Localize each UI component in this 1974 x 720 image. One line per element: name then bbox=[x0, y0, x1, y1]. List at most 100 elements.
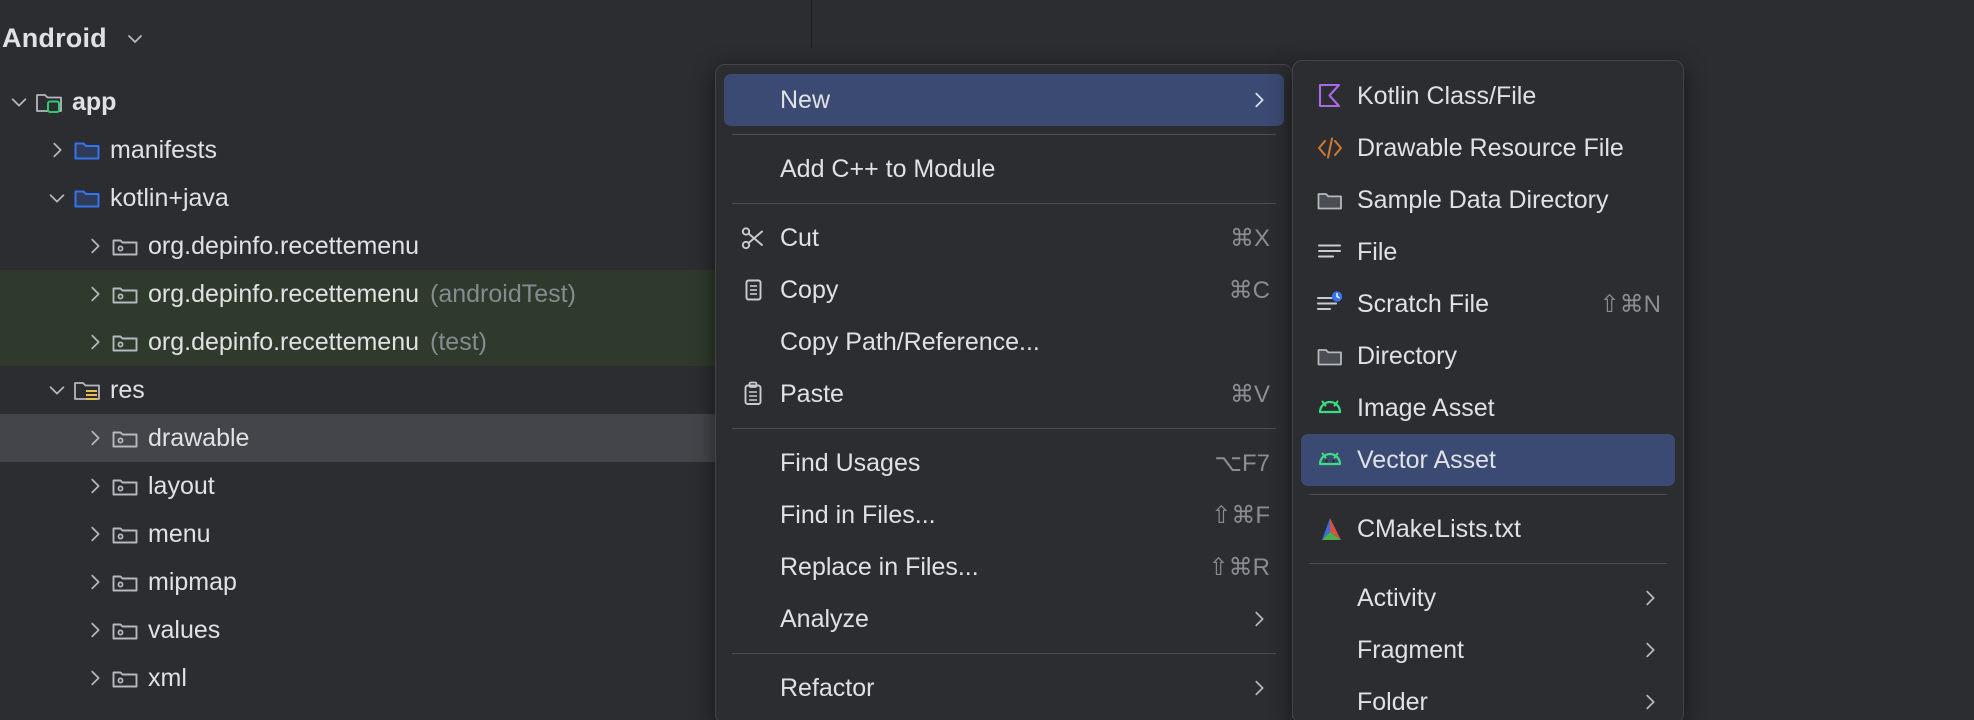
cmake-icon bbox=[1315, 514, 1357, 544]
tree-row[interactable]: xml bbox=[0, 654, 812, 702]
project-view-title: Android bbox=[2, 22, 107, 53]
tree-row[interactable]: org.depinfo.recettemenu bbox=[0, 222, 812, 270]
tree-item-label: manifests bbox=[110, 135, 217, 164]
menu-item[interactable]: Add C++ to Module bbox=[724, 143, 1284, 195]
tree-item-suffix: (test) bbox=[430, 327, 487, 356]
tree-item-label: res bbox=[110, 375, 145, 404]
menu-item-shortcut: ⌥F7 bbox=[1214, 449, 1270, 477]
tree-row[interactable]: mipmap bbox=[0, 558, 812, 606]
tree-item-label: xml bbox=[148, 663, 187, 692]
menu-item-label: Copy bbox=[780, 275, 839, 304]
tree-row[interactable]: manifests bbox=[0, 126, 812, 174]
chevron-right-icon[interactable] bbox=[82, 283, 108, 305]
new-submenu[interactable]: Kotlin Class/File Drawable Resource File S… bbox=[1292, 60, 1684, 720]
menu-item-label: Fragment bbox=[1357, 635, 1464, 664]
chevron-right-icon[interactable] bbox=[82, 331, 108, 353]
menu-separator bbox=[1309, 494, 1667, 495]
menu-item[interactable]: Scratch File ⇧⌘N bbox=[1301, 278, 1675, 330]
menu-item[interactable]: New bbox=[724, 74, 1284, 126]
chevron-right-icon[interactable] bbox=[82, 667, 108, 689]
menu-item[interactable]: Find in Files... ⇧⌘F bbox=[724, 489, 1284, 541]
tree-row[interactable]: menu bbox=[0, 510, 812, 558]
tree-row[interactable]: kotlin+java bbox=[0, 174, 812, 222]
menu-separator bbox=[732, 134, 1276, 135]
chevron-down-icon[interactable] bbox=[6, 91, 32, 113]
menu-item[interactable]: Folder bbox=[1301, 676, 1675, 720]
menu-item-shortcut: ⇧⌘F bbox=[1211, 501, 1270, 529]
submenu-chevron-right-icon bbox=[1615, 639, 1661, 661]
paste-icon bbox=[738, 379, 780, 409]
tree-row[interactable]: layout bbox=[0, 462, 812, 510]
tree-row[interactable]: values bbox=[0, 606, 812, 654]
tree-item-label: layout bbox=[148, 471, 215, 500]
chevron-down-icon[interactable] bbox=[123, 26, 147, 50]
menu-item[interactable]: Fragment bbox=[1301, 624, 1675, 676]
menu-separator bbox=[732, 203, 1276, 204]
context-menu[interactable]: New Add C++ to Module Cut ⌘X Copy ⌘C Copy Path… bbox=[715, 64, 1293, 720]
project-tool-window: Android app manifests kotlin+java org.depin… bbox=[0, 0, 812, 720]
tree-row[interactable]: drawable bbox=[0, 414, 812, 462]
package-icon bbox=[108, 231, 142, 261]
android-icon bbox=[1315, 445, 1357, 475]
tree-item-label: org.depinfo.recettemenu bbox=[148, 231, 420, 260]
tree-item-label: kotlin+java bbox=[110, 183, 229, 212]
menu-item[interactable]: Vector Asset bbox=[1301, 434, 1675, 486]
project-view-selector[interactable]: Android bbox=[0, 16, 147, 60]
tree-row[interactable]: org.depinfo.recettemenu (androidTest) bbox=[0, 270, 812, 318]
menu-item[interactable]: CMakeLists.txt bbox=[1301, 503, 1675, 555]
res-folder-icon bbox=[70, 375, 104, 405]
submenu-chevron-right-icon bbox=[1224, 608, 1270, 630]
menu-item[interactable]: Analyze bbox=[724, 593, 1284, 645]
menu-separator bbox=[1309, 563, 1667, 564]
package-icon bbox=[108, 423, 142, 453]
tree-row[interactable]: app bbox=[0, 78, 812, 126]
menu-item-label: Analyze bbox=[780, 604, 869, 633]
package-icon bbox=[108, 471, 142, 501]
blue-folder-icon bbox=[70, 135, 104, 165]
menu-item-label: Find Usages bbox=[780, 448, 921, 477]
menu-item[interactable]: File bbox=[1301, 226, 1675, 278]
menu-item[interactable]: Activity bbox=[1301, 572, 1675, 624]
package-icon bbox=[108, 519, 142, 549]
tree-item-label: mipmap bbox=[148, 567, 237, 596]
menu-item[interactable]: Paste ⌘V bbox=[724, 368, 1284, 420]
chevron-down-icon[interactable] bbox=[44, 379, 70, 401]
tree-row[interactable]: org.depinfo.recettemenu (test) bbox=[0, 318, 812, 366]
package-icon bbox=[108, 615, 142, 645]
menu-item[interactable]: Kotlin Class/File bbox=[1301, 70, 1675, 122]
menu-separator bbox=[732, 428, 1276, 429]
menu-item-label: Image Asset bbox=[1357, 393, 1495, 422]
project-tree[interactable]: app manifests kotlin+java org.depinfo.recet… bbox=[0, 78, 812, 702]
chevron-right-icon[interactable] bbox=[82, 235, 108, 257]
menu-item[interactable]: Drawable Resource File bbox=[1301, 122, 1675, 174]
menu-item-shortcut: ⇧⌘N bbox=[1599, 290, 1661, 318]
chevron-right-icon[interactable] bbox=[82, 523, 108, 545]
menu-item[interactable]: Find Usages ⌥F7 bbox=[724, 437, 1284, 489]
folder-icon bbox=[1315, 341, 1357, 371]
submenu-chevron-right-icon bbox=[1224, 89, 1270, 111]
menu-item[interactable]: Copy ⌘C bbox=[724, 264, 1284, 316]
menu-item-shortcut: ⇧⌘R bbox=[1208, 553, 1270, 581]
menu-item-label: Find in Files... bbox=[780, 500, 936, 529]
menu-item[interactable]: Directory bbox=[1301, 330, 1675, 382]
submenu-chevron-right-icon bbox=[1224, 677, 1270, 699]
menu-item[interactable]: Image Asset bbox=[1301, 382, 1675, 434]
menu-item[interactable]: Replace in Files... ⇧⌘R bbox=[724, 541, 1284, 593]
chevron-right-icon[interactable] bbox=[44, 139, 70, 161]
chevron-right-icon[interactable] bbox=[82, 619, 108, 641]
menu-item-label: File bbox=[1357, 237, 1398, 266]
tree-row[interactable]: res bbox=[0, 366, 812, 414]
menu-item[interactable]: Sample Data Directory bbox=[1301, 174, 1675, 226]
menu-item-label: New bbox=[780, 85, 831, 114]
menu-item-shortcut: ⌘X bbox=[1229, 224, 1270, 252]
chevron-right-icon[interactable] bbox=[82, 427, 108, 449]
menu-item[interactable]: Cut ⌘X bbox=[724, 212, 1284, 264]
file-lines-icon bbox=[1315, 237, 1357, 267]
menu-item[interactable]: Refactor bbox=[724, 662, 1284, 714]
menu-item[interactable]: Copy Path/Reference... bbox=[724, 316, 1284, 368]
menu-item-label: Folder bbox=[1357, 687, 1428, 716]
tree-item-label: drawable bbox=[148, 423, 250, 452]
chevron-right-icon[interactable] bbox=[82, 571, 108, 593]
chevron-down-icon[interactable] bbox=[44, 187, 70, 209]
chevron-right-icon[interactable] bbox=[82, 475, 108, 497]
